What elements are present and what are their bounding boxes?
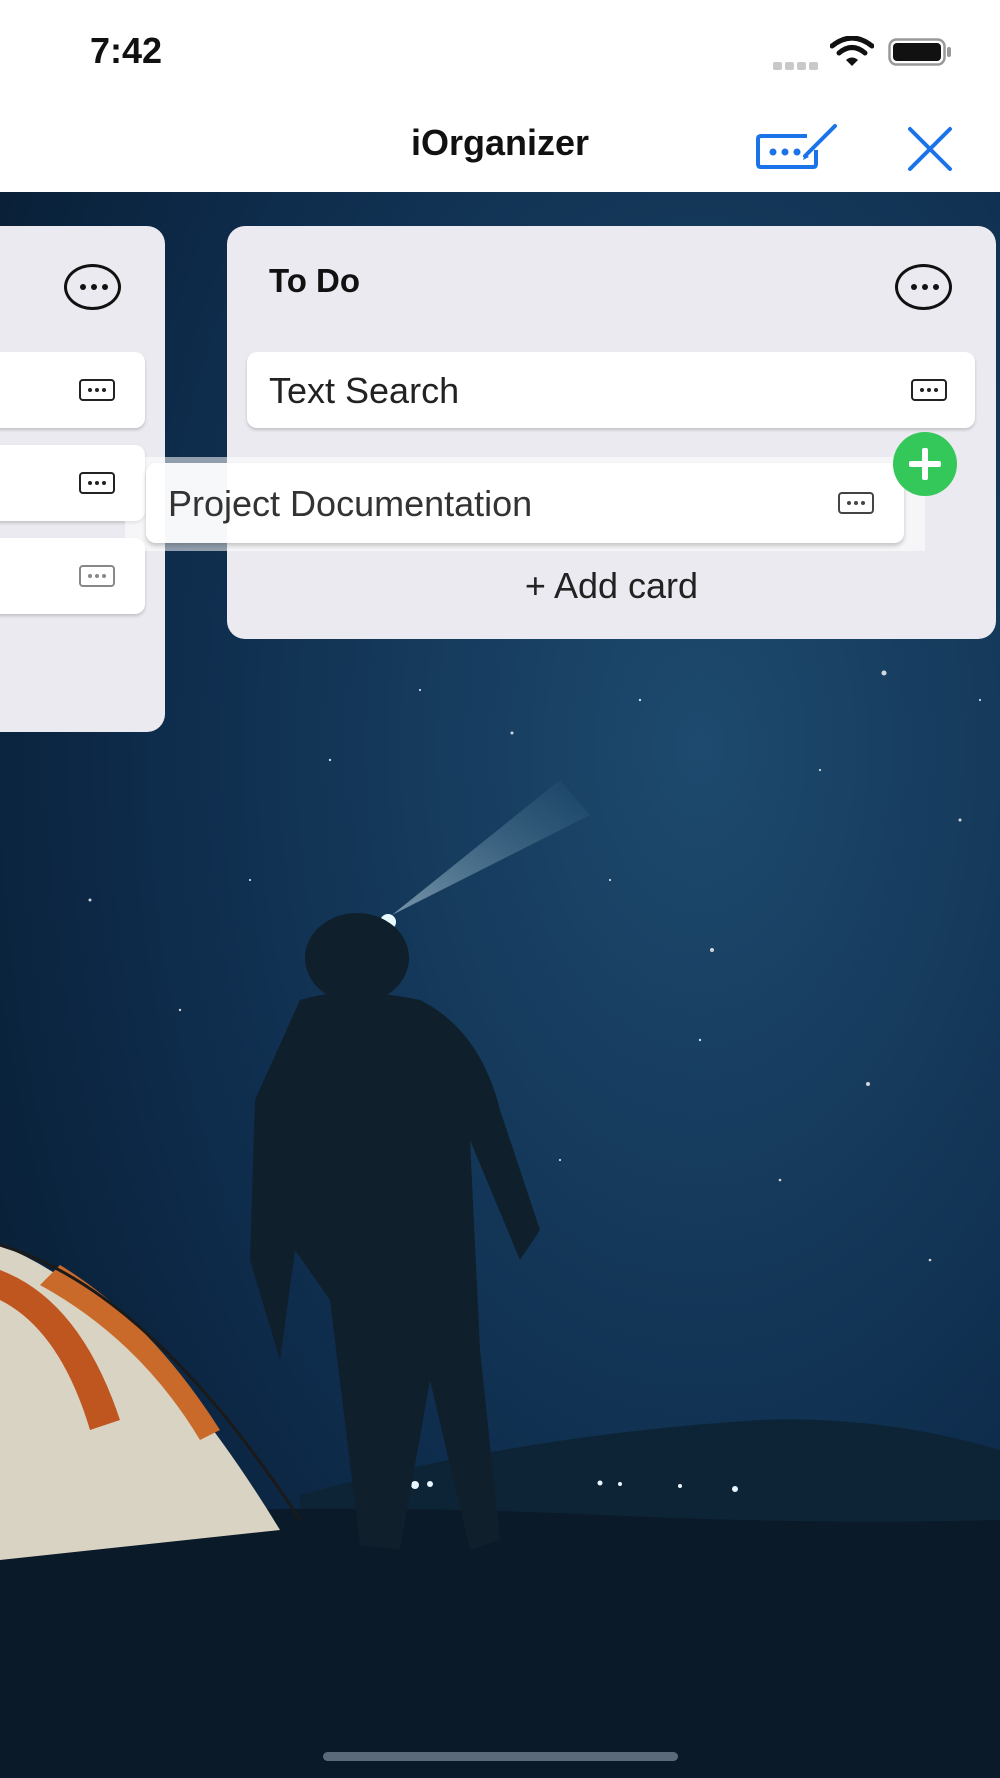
list-more-button[interactable]	[895, 264, 952, 310]
status-time: 7:42	[90, 30, 163, 71]
card[interactable]	[0, 445, 145, 521]
card-menu-button[interactable]	[838, 492, 874, 514]
wifi-icon	[830, 36, 874, 66]
card[interactable]	[0, 352, 145, 428]
card-menu-button[interactable]	[79, 379, 115, 401]
close-button[interactable]	[905, 124, 955, 174]
card[interactable]	[0, 538, 145, 614]
drop-add-icon	[893, 432, 957, 496]
card-title: Text Search	[269, 370, 460, 411]
list-title: To Do	[269, 262, 361, 299]
battery-icon	[888, 38, 951, 66]
list-more-button[interactable]	[64, 264, 121, 310]
card-title: Project Documentation	[168, 483, 533, 524]
page-title: iOrganizer	[410, 122, 590, 163]
edit-board-button[interactable]	[755, 122, 841, 170]
list-column-todo: To Do Text Search + Add card	[227, 226, 996, 639]
card-menu-button[interactable]	[79, 472, 115, 494]
navigation-bar: iOrganizer	[0, 100, 1000, 192]
status-bar: 7:42	[0, 0, 1000, 100]
card-menu-button[interactable]	[911, 379, 947, 401]
card-menu-button[interactable]	[79, 565, 115, 587]
add-card-button[interactable]: + Add card	[227, 565, 996, 607]
close-icon	[908, 127, 952, 171]
edit-board-icon	[756, 124, 837, 169]
home-indicator[interactable]	[323, 1752, 678, 1761]
card[interactable]: Text Search	[247, 352, 975, 428]
dragged-card[interactable]: Project Documentation	[146, 463, 904, 543]
cellular-signal-icon	[773, 57, 821, 75]
